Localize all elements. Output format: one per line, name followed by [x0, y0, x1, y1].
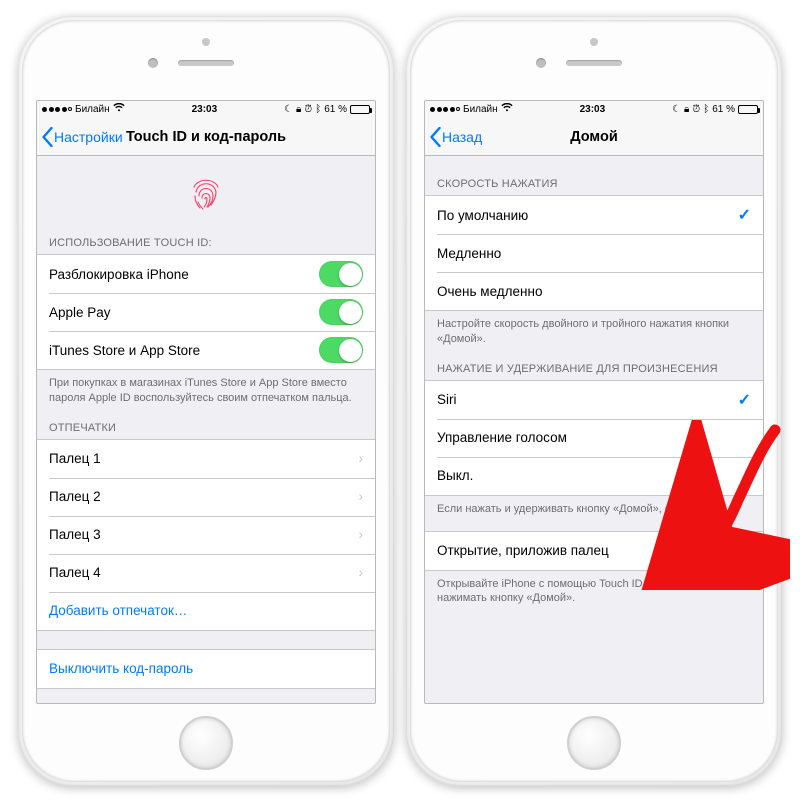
disable-passcode-button[interactable]: Выключить код-пароль [37, 650, 375, 688]
hold-option-row[interactable]: Управление голосом [425, 419, 763, 457]
bluetooth-icon: ᛒ [703, 104, 709, 115]
row-label: Открытие, приложив палец [437, 543, 609, 558]
bluetooth-icon: ᛒ [315, 104, 321, 115]
battery-pct: 61 % [712, 104, 735, 115]
speed-option-row[interactable]: Медленно [425, 234, 763, 272]
back-label: Назад [442, 129, 482, 145]
status-time: 23:03 [192, 104, 218, 115]
carrier-label: Билайн [75, 104, 110, 115]
toggle-unlock[interactable] [319, 261, 363, 287]
row-label: Палец 4 [49, 565, 101, 580]
row-label: Палец 2 [49, 489, 101, 504]
section-header-speed: СКОРОСТЬ НАЖАТИЯ [425, 156, 763, 195]
wifi-icon [501, 103, 513, 115]
hold-footer-text: Если нажать и удерживать кнопку «Домой»,… [425, 496, 763, 519]
row-label: Очень медленно [437, 284, 542, 299]
toggle-applepay[interactable] [319, 299, 363, 325]
chevron-right-icon: › [359, 451, 364, 466]
toggle-itunes[interactable] [319, 337, 363, 363]
status-bar: Билайн 23:03 ☾ 🔒︎ ⏰︎ ᛒ 61 % [425, 101, 763, 118]
section-header-hold: НАЖАТИЕ И УДЕРЖИВАНИЕ ДЛЯ ПРОИЗНЕСЕНИЯ [425, 349, 763, 380]
signal-dots-icon [430, 107, 460, 112]
row-label: Apple Pay [49, 305, 111, 320]
row-label: По умолчанию [437, 208, 528, 223]
alarm-icon: ⏰︎ [692, 104, 700, 115]
page-title: Домой [570, 129, 617, 145]
battery-icon [350, 105, 370, 114]
row-label: Добавить отпечаток… [49, 603, 187, 618]
lock-icon: 🔒︎ [684, 104, 689, 115]
phone-top-hardware [22, 20, 390, 100]
screen-right: Билайн 23:03 ☾ 🔒︎ ⏰︎ ᛒ 61 % [424, 100, 764, 704]
check-icon: ✓ [738, 390, 751, 410]
touchid-footer-text: При покупках в магазинах iTunes Store и … [37, 370, 375, 408]
iphone-right: Билайн 23:03 ☾ 🔒︎ ⏰︎ ᛒ 61 % [406, 16, 782, 786]
nav-bar: Настройки Touch ID и код-пароль [37, 118, 375, 156]
row-label: Палец 1 [49, 451, 101, 466]
section-header-fingerprints: ОТПЕЧАТКИ [37, 408, 375, 439]
battery-icon [738, 105, 758, 114]
toggle-rest-finger[interactable] [707, 538, 751, 564]
fingerprint-row[interactable]: Палец 4 › [37, 554, 375, 592]
fingerprint-row[interactable]: Палец 1 › [37, 440, 375, 478]
lock-icon: 🔒︎ [296, 104, 301, 115]
back-label: Настройки [54, 129, 123, 145]
alarm-icon: ⏰︎ [304, 104, 312, 115]
chevron-right-icon: › [359, 565, 364, 580]
screen-left: Билайн 23:03 ☾ 🔒︎ ⏰︎ ᛒ 61 % [36, 100, 376, 704]
nav-bar: Назад Домой [425, 118, 763, 156]
back-button[interactable]: Назад [429, 118, 482, 155]
dnd-icon: ☾ [672, 104, 681, 115]
speed-footer-text: Настройте скорость двойного и тройного н… [425, 311, 763, 349]
row-apple-pay[interactable]: Apple Pay [37, 293, 375, 331]
row-unlock-iphone[interactable]: Разблокировка iPhone [37, 255, 375, 293]
phone-top-hardware [410, 20, 778, 100]
speed-option-row[interactable]: По умолчанию ✓ [425, 196, 763, 234]
status-bar: Билайн 23:03 ☾ 🔒︎ ⏰︎ ᛒ 61 % [37, 101, 375, 118]
signal-dots-icon [42, 107, 72, 112]
iphone-left: Билайн 23:03 ☾ 🔒︎ ⏰︎ ᛒ 61 % [18, 16, 394, 786]
rest-finger-row[interactable]: Открытие, приложив палец [425, 532, 763, 570]
home-button[interactable] [567, 716, 621, 770]
row-label: Разблокировка iPhone [49, 267, 189, 282]
home-button[interactable] [179, 716, 233, 770]
row-label: Управление голосом [437, 430, 567, 445]
add-fingerprint-button[interactable]: Добавить отпечаток… [37, 592, 375, 630]
row-label: Выкл. [437, 468, 473, 483]
fingerprint-icon [37, 156, 375, 223]
check-icon: ✓ [738, 205, 751, 225]
carrier-label: Билайн [463, 104, 498, 115]
row-label: Выключить код-пароль [49, 661, 193, 676]
battery-pct: 61 % [324, 104, 347, 115]
section-header-touchid: ИСПОЛЬЗОВАНИЕ TOUCH ID: [37, 223, 375, 254]
row-label: Siri [437, 392, 457, 407]
dnd-icon: ☾ [284, 104, 293, 115]
row-label: Палец 3 [49, 527, 101, 542]
fingerprint-row[interactable]: Палец 3 › [37, 516, 375, 554]
page-title: Touch ID и код-пароль [126, 129, 286, 145]
hold-option-row[interactable]: Siri ✓ [425, 381, 763, 419]
chevron-right-icon: › [359, 489, 364, 504]
row-label: Медленно [437, 246, 501, 261]
row-itunes-appstore[interactable]: iTunes Store и App Store [37, 331, 375, 369]
chevron-right-icon: › [359, 527, 364, 542]
status-time: 23:03 [580, 104, 606, 115]
row-label: iTunes Store и App Store [49, 343, 200, 358]
rest-footer-text: Открывайте iPhone с помощью Touch ID, бе… [425, 571, 763, 609]
hold-option-row[interactable]: Выкл. [425, 457, 763, 495]
speed-option-row[interactable]: Очень медленно [425, 272, 763, 310]
wifi-icon [113, 103, 125, 115]
back-button[interactable]: Настройки [41, 118, 123, 155]
fingerprint-row[interactable]: Палец 2 › [37, 478, 375, 516]
